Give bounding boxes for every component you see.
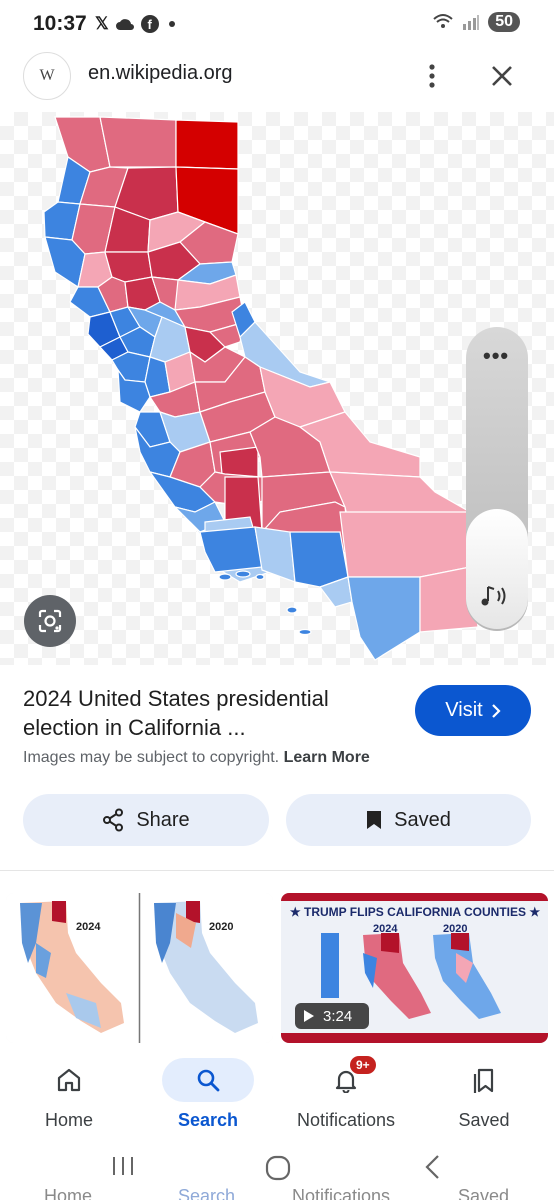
home-icon — [57, 1068, 81, 1092]
copyright-text: Images may be subject to copyright. — [23, 749, 280, 766]
dot-icon — [168, 21, 175, 27]
facebook-icon: f — [140, 15, 159, 33]
ghost-nav-labels: Home Search Notifications Saved — [0, 1186, 554, 1200]
video-year-label: 2024 — [373, 923, 398, 935]
map-county — [219, 446, 259, 478]
status-system-icons: 50 — [432, 12, 520, 32]
wifi-icon — [433, 14, 453, 28]
video-duration: 3:24 — [323, 1007, 353, 1025]
signal-icon — [463, 15, 480, 30]
map-island — [286, 606, 298, 614]
share-icon — [103, 808, 124, 832]
copyright-notice: Images may be subject to copyright. Lear… — [23, 749, 370, 767]
preview-image[interactable]: ••• — [0, 112, 554, 665]
section-divider — [0, 870, 554, 871]
close-icon[interactable] — [488, 62, 516, 90]
map-county — [199, 526, 263, 573]
chevron-right-icon — [491, 703, 501, 718]
search-icon — [197, 1069, 220, 1092]
sound-icon — [481, 586, 506, 606]
more-vert-icon[interactable] — [420, 62, 444, 90]
map-county — [289, 531, 349, 588]
saved-label: Saved — [394, 808, 451, 831]
x-icon: 𝕏 — [95, 14, 109, 33]
back-icon[interactable] — [422, 1154, 444, 1180]
nav-saved[interactable]: Saved — [424, 1048, 544, 1140]
map-county — [175, 119, 239, 170]
google-lens-button[interactable] — [24, 595, 76, 647]
recent-apps-icon[interactable] — [110, 1154, 136, 1178]
map-county — [339, 511, 471, 578]
related-image-thumbnail[interactable]: 2024 2020 — [6, 893, 273, 1043]
battery-indicator: 50 — [488, 12, 520, 32]
cloud-icon — [115, 19, 134, 30]
source-header: W en.wikipedia.org — [0, 50, 554, 104]
nav-search[interactable]: Search — [148, 1048, 268, 1140]
nav-notifications[interactable]: 9+ Notifications — [286, 1048, 406, 1140]
lens-icon — [38, 609, 62, 633]
map-island — [255, 573, 265, 581]
result-title[interactable]: 2024 United States presidential election… — [23, 684, 393, 742]
nav-notifications-label: Notifications — [296, 1110, 396, 1130]
floating-media-panel[interactable]: ••• — [466, 327, 528, 631]
map-county — [347, 576, 421, 661]
map-island — [235, 570, 251, 578]
visit-label: Visit — [445, 699, 483, 721]
ghost-label: Saved — [458, 1186, 510, 1200]
ghost-label: Search — [178, 1186, 236, 1200]
floating-panel-handle[interactable] — [466, 509, 528, 629]
share-button[interactable]: Share — [23, 794, 269, 846]
bookmarks-icon — [473, 1068, 494, 1093]
ghost-label: Notifications — [292, 1186, 391, 1200]
learn-more-link[interactable]: Learn More — [284, 749, 370, 766]
notification-count-badge: 9+ — [350, 1056, 376, 1074]
home-circle-icon[interactable] — [264, 1154, 292, 1182]
nav-home[interactable]: Home — [9, 1048, 129, 1140]
map-island — [298, 628, 312, 636]
status-bar: 10:37 𝕏 f 50 — [0, 0, 554, 48]
more-horiz-icon[interactable]: ••• — [483, 343, 509, 369]
status-notification-icons: 𝕏 f — [95, 14, 175, 34]
nav-home-label: Home — [44, 1110, 93, 1130]
video-year-label: 2020 — [443, 923, 468, 935]
saved-button[interactable]: Saved — [286, 794, 531, 846]
status-time: 10:37 — [33, 12, 87, 35]
bottom-navigation: Home Search 9+ Notifications Saved — [0, 1048, 554, 1140]
thumbnail-map-comparison — [6, 893, 273, 1043]
video-duration-badge: 3:24 — [295, 1003, 369, 1029]
map-county — [111, 351, 151, 383]
play-icon — [304, 1010, 314, 1022]
map-county — [99, 116, 177, 168]
nav-saved-label: Saved — [458, 1110, 510, 1130]
ghost-label: Home — [44, 1186, 93, 1200]
share-label: Share — [136, 808, 190, 831]
bookmark-icon — [367, 811, 382, 829]
thumbnail-year-label: 2024 — [76, 921, 101, 933]
source-url[interactable]: en.wikipedia.org — [88, 62, 233, 85]
thumbnail-year-label: 2020 — [209, 921, 234, 933]
related-video-thumbnail[interactable]: ★ TRUMP FLIPS CALIFORNIA COUNTIES ★ 2024… — [281, 893, 548, 1043]
nav-search-label: Search — [177, 1110, 239, 1130]
wikipedia-favicon: W — [23, 52, 71, 100]
visit-button[interactable]: Visit — [415, 685, 531, 736]
map-island — [218, 573, 232, 581]
